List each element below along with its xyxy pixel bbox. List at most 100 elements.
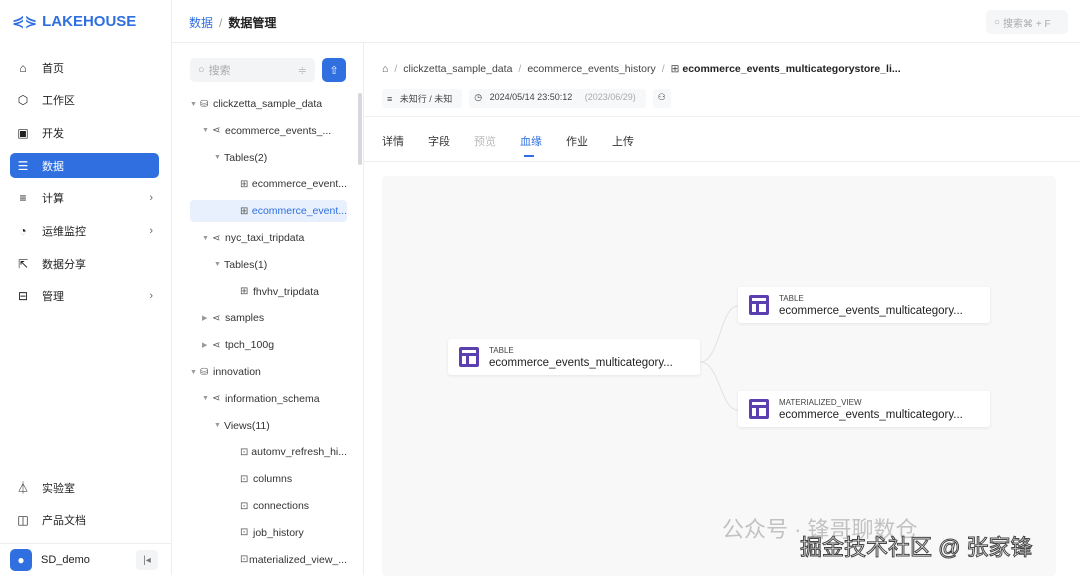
tree-item-label: information_schema (225, 392, 320, 405)
nav-lab[interactable]: ⏃ 实验室 (10, 475, 159, 500)
caret-right-icon[interactable]: ▶ (202, 314, 212, 322)
edge (699, 361, 739, 411)
path-schema[interactable]: ecommerce_events_history (527, 63, 655, 75)
search-icon: ○ (994, 16, 1001, 28)
tab-preview: 预览 (474, 136, 496, 148)
tab-lineage[interactable]: 血缘 (520, 133, 542, 157)
global-search[interactable]: ○ 搜索⌘ + F (986, 10, 1068, 34)
tree-item[interactable]: ▼ ⋖ ecommerce_events_... (190, 120, 347, 142)
caret-down-icon[interactable]: ▼ (202, 235, 212, 242)
tree-search-input[interactable]: ○ 搜索 ≑ (190, 58, 315, 82)
tree-item-label: Views(11) (224, 419, 270, 432)
home-icon: ⌂ (19, 60, 27, 75)
tree-item[interactable]: ⊞ ecommerce_event... (190, 173, 347, 195)
user-profile[interactable]: ● SD_demo |◂ (0, 543, 172, 575)
tree-item[interactable]: ⊞ fhvhv_tripdata (190, 281, 347, 303)
tree-item[interactable]: ▶ ⋖ tpch_100g (190, 334, 347, 356)
tree-item-label: nyc_taxi_tripdata (225, 232, 305, 244)
caret-down-icon[interactable]: ▼ (190, 369, 200, 376)
collapse-sidebar-button[interactable]: |◂ (136, 550, 158, 570)
caret-down-icon[interactable]: ▼ (202, 395, 212, 402)
tree-item[interactable]: ▼ ⛁ clickzetta_sample_data (190, 93, 347, 115)
tree-item[interactable]: ▼ ⋖ nyc_taxi_tripdata (190, 227, 347, 249)
nav-share[interactable]: ⇱ 数据分享 (10, 251, 159, 276)
nav-data[interactable]: ☰ 数据 (10, 153, 159, 179)
book-icon: ◫ (17, 513, 29, 528)
schema-icon: ⋖ (212, 125, 221, 137)
tab-jobs[interactable]: 作业 (566, 133, 588, 149)
logo[interactable]: ⋞⋟ LAKEHOUSE (12, 12, 136, 31)
caret-down-icon[interactable]: ▼ (202, 127, 212, 134)
avatar: ● (10, 548, 32, 571)
database-icon: ⛁ (200, 98, 209, 110)
lineage-node-source[interactable]: TABLE ecommerce_events_multicategory... (448, 339, 700, 375)
schema-icon: ⋖ (212, 339, 221, 351)
tree-item-label: samples (225, 312, 265, 325)
tree-item-label: ecommerce_event... (251, 205, 347, 218)
filter-icon[interactable]: ≑ (298, 64, 307, 77)
nav-develop[interactable]: ▣ 开发 (10, 120, 159, 145)
upload-icon: ⇧ (329, 64, 339, 77)
nav-monitor[interactable]: ◔ 运维监控 › (10, 218, 159, 243)
lineage-node-downstream-table[interactable]: TABLE ecommerce_events_multicategory... (738, 287, 990, 323)
updated-time: ◷ 2024/05/14 23:50:12 (2023/06/29) (469, 89, 646, 108)
bottom-nav: ⏃ 实验室 ◫ 产品文档 (10, 475, 159, 540)
tree-item[interactable]: ⊡ automv_refresh_hi... (190, 441, 347, 463)
nav-docs[interactable]: ◫ 产品文档 (10, 508, 159, 533)
schema-icon: ⋖ (212, 312, 221, 324)
caret-down-icon[interactable]: ▼ (190, 101, 200, 108)
tree-item[interactable]: ▼ Views(11) (190, 415, 347, 437)
table-icon: ⊞ (240, 205, 249, 217)
table-icon: ⊞ (670, 63, 683, 75)
data-tree-panel: ○ 搜索 ≑ ⇧ ▼ ⛁ clickzetta_sample_data ▼ ⋖ ecommer… (172, 43, 364, 575)
tree-item[interactable]: ⊡ materialized_view_... (190, 549, 347, 571)
nav-compute[interactable]: ≡ 计算 › (10, 186, 159, 211)
lineage-canvas[interactable]: TABLE ecommerce_events_multicategory... T… (382, 176, 1056, 576)
view-icon: ⊡ (240, 554, 249, 566)
lineage-edges (699, 305, 739, 411)
path-catalog[interactable]: clickzetta_sample_data (403, 63, 512, 75)
tree-item[interactable]: ▶ ⋖ samples (190, 307, 347, 329)
tree-item[interactable]: ⊡ job_history (190, 522, 347, 544)
tree-item-label: materialized_view_... (248, 553, 347, 566)
tab-fields[interactable]: 字段 (428, 133, 450, 149)
table-meta: ≡ 未知行 / 未知 ◷ 2024/05/14 23:50:12 (2023/0… (382, 89, 671, 108)
tree-item-label: ecommerce_event... (251, 178, 347, 191)
tree-item-label: automv_refresh_hi... (251, 446, 347, 459)
nav-workspace[interactable]: ⬡ 工作区 (10, 88, 159, 113)
home-icon[interactable]: ⌂ (382, 63, 388, 75)
tree-item-label: innovation (213, 366, 261, 378)
tree-item-label: Tables(1) (224, 258, 268, 271)
caret-down-icon[interactable]: ▼ (214, 154, 224, 161)
table-icon: ⊞ (240, 178, 249, 190)
caret-right-icon[interactable]: ▶ (202, 341, 212, 349)
upload-button[interactable]: ⇧ (322, 58, 346, 82)
nav-manage[interactable]: ⊟ 管理 › (10, 284, 159, 309)
tree-item[interactable]: ⊞ ecommerce_event... (190, 200, 347, 223)
tree-item[interactable]: ⊡ connections (190, 495, 347, 517)
edge (699, 305, 739, 363)
tree-item[interactable]: ▼ ⛁ innovation (190, 361, 347, 383)
tree-item[interactable]: ▼ Tables(2) (190, 147, 347, 169)
search-icon: ○ (198, 64, 205, 76)
object-path: ⌂ / clickzetta_sample_data / ecommerce_event… (382, 63, 901, 75)
caret-down-icon[interactable]: ▼ (214, 422, 224, 429)
scrollbar[interactable] (358, 93, 362, 165)
tree-item[interactable]: ▼ Tables(1) (190, 254, 347, 276)
tree-item-label: columns (253, 473, 293, 486)
breadcrumb-data[interactable]: 数据 (189, 16, 213, 30)
tree-item-label: Tables(2) (224, 151, 268, 164)
schema-icon: ⋖ (212, 393, 221, 405)
nav-home[interactable]: ⌂ 首页 (10, 55, 159, 80)
tree-item[interactable]: ⊡ columns (190, 468, 347, 490)
owner-icon[interactable]: ⚇ (652, 89, 671, 108)
detail-tabs: 详情 字段 预览 血缘 作业 上传 (382, 133, 634, 157)
caret-down-icon[interactable]: ▼ (214, 261, 224, 268)
lineage-node-materialized-view[interactable]: MATERIALIZED_VIEW ecommerce_events_multic… (738, 391, 990, 427)
database-icon: ☰ (17, 158, 29, 173)
detail-panel: ⌂ / clickzetta_sample_data / ecommerce_event… (364, 43, 1080, 576)
logo-icon: ⋞⋟ (12, 13, 38, 30)
tab-upload[interactable]: 上传 (612, 133, 634, 149)
tab-details[interactable]: 详情 (382, 133, 404, 149)
tree-item[interactable]: ▼ ⋖ information_schema (190, 388, 347, 410)
